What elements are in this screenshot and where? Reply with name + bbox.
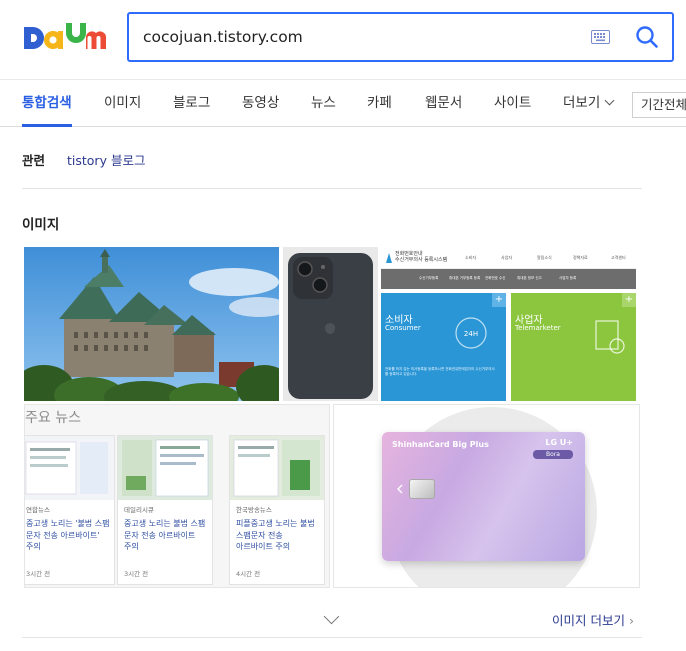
- keyboard-icon[interactable]: [591, 30, 610, 44]
- divider: [22, 637, 642, 638]
- document-check-icon: [595, 320, 625, 354]
- expand-chevron-icon[interactable]: [323, 608, 340, 625]
- news-thumbnail: [230, 436, 324, 500]
- news-thumbnail: [118, 436, 212, 500]
- webpage-subnav-item: 휴대폰 정보 신고: [517, 276, 542, 280]
- tab-more-label: 더보기: [563, 95, 601, 111]
- tab-web[interactable]: 웹문서: [425, 81, 462, 127]
- image-result-news[interactable]: 주요 뉴스 연합뉴스 중고생 노리는 '불법 스팸 문자 전송 아르바이트' 주…: [24, 404, 330, 588]
- search-tabs: 통합검색 이미지 블로그 동영상 뉴스 카페 웹문서 사이트 더보기 기간전체: [0, 81, 686, 127]
- card-name: Bora: [533, 450, 573, 459]
- header: [0, 0, 686, 80]
- image-result-phone[interactable]: [283, 247, 378, 401]
- search-input[interactable]: [143, 14, 573, 60]
- image-more-label: 이미지 더보기: [552, 613, 625, 628]
- image-result-credit-card[interactable]: ShinhanCard Big Plus LG U+ Bora: [333, 404, 640, 588]
- tab-video[interactable]: 동영상: [242, 81, 279, 127]
- webpage-nav-item: 소비자: [465, 255, 477, 260]
- webpage-subnav-item: 전화번호 수신: [485, 276, 506, 280]
- phone-24h-icon: 24H: [455, 317, 487, 349]
- consumer-card-text: 전화를 하지 않는 의사등록을 등록하시면 전화권유판매업자의 수신거부의사를 …: [385, 367, 495, 376]
- card-brand: ShinhanCard Big Plus: [392, 440, 489, 449]
- news-headline: 중고생 노리는 '불법 스팸 문자 전송 아르바이트' 주의: [26, 519, 110, 551]
- webpage-subnav-item: 휴대폰 거부등록 등록: [449, 276, 481, 280]
- webpage-nav-item: 정책자료: [573, 255, 588, 260]
- svg-text:24H: 24H: [464, 330, 478, 338]
- news-source: 연합뉴스: [26, 506, 50, 514]
- credit-card: ShinhanCard Big Plus LG U+ Bora: [382, 432, 585, 561]
- tab-image[interactable]: 이미지: [104, 81, 141, 127]
- news-time: 3시간 전: [124, 570, 149, 578]
- chevron-down-icon: [604, 95, 615, 106]
- news-heading: 주요 뉴스: [25, 410, 81, 426]
- webpage-subnav: 수신거부등록 휴대폰 거부등록 등록 전화번호 수신 휴대폰 정보 신고 사업자…: [381, 269, 636, 289]
- search-icon[interactable]: [634, 24, 660, 50]
- news-card: 연합뉴스 중고생 노리는 '불법 스팸 문자 전송 아르바이트' 주의 3시간 …: [25, 435, 115, 585]
- search-box: [127, 12, 674, 62]
- marketer-card: 사업자 Telemarketer +: [511, 293, 636, 401]
- phone-photo: [283, 247, 378, 401]
- webpage-nav-item: 알림소식: [537, 255, 552, 260]
- news-time: 3시간 전: [26, 570, 51, 578]
- news-card: 데일리시큐 중고생 노리는 불법 스팸 문자 전송 아르바이트 주의 3시간 전: [117, 435, 213, 585]
- tab-more-button[interactable]: 더보기: [563, 81, 615, 127]
- webpage-subnav-item: 수신거부등록: [419, 276, 439, 280]
- tab-news[interactable]: 뉴스: [311, 81, 336, 127]
- chevron-right-icon: ›: [628, 613, 634, 628]
- card-chip-icon: [409, 479, 435, 499]
- news-headline: 피플중고생 노리는 불법 스팸문자 전송 아르바이트 주의: [236, 519, 315, 551]
- webpage-nav-item: 사업자: [501, 255, 513, 260]
- marketer-card-subtitle: Telemarketer: [515, 324, 561, 332]
- plus-icon: +: [622, 293, 636, 307]
- news-time: 4시간 전: [236, 570, 261, 578]
- webpage-subnav-item: 사업자 등록: [559, 276, 577, 280]
- castle-photo: [24, 247, 279, 401]
- tab-cafe[interactable]: 카페: [367, 81, 392, 127]
- tab-blog[interactable]: 블로그: [173, 81, 210, 127]
- image-result-webpage[interactable]: 전화번호안내 수신거부의사 등록시스템 소비자 사업자 알림소식 정책자료 고객…: [381, 247, 636, 401]
- webpage-title: 전화번호안내 수신거부의사 등록시스템: [395, 251, 448, 263]
- related-searches: 관련 tistory 블로그: [22, 150, 145, 169]
- consumer-card: 소비자 Consumer 24H 전화를 하지 않는 의사등록을 등록하시면 전…: [381, 293, 506, 401]
- image-result-castle[interactable]: [24, 247, 279, 401]
- tab-integrated[interactable]: 통합검색: [22, 81, 72, 127]
- related-link[interactable]: tistory 블로그: [67, 153, 145, 168]
- tab-site[interactable]: 사이트: [494, 81, 531, 127]
- related-label: 관련: [22, 153, 46, 168]
- image-more-link[interactable]: 이미지 더보기 ›: [552, 610, 634, 629]
- consumer-card-subtitle: Consumer: [385, 324, 421, 332]
- news-thumbnail: [25, 436, 114, 500]
- news-source: 한국방송뉴스: [236, 506, 272, 514]
- period-filter-select[interactable]: 기간전체: [632, 92, 686, 118]
- news-card: 한국방송뉴스 피플중고생 노리는 불법 스팸문자 전송 아르바이트 주의 4시간…: [229, 435, 325, 585]
- plus-icon: +: [492, 293, 506, 307]
- site-logo-icon: [386, 253, 392, 263]
- news-headline: 중고생 노리는 불법 스팸 문자 전송 아르바이트 주의: [124, 519, 206, 551]
- arrow-left-icon: [397, 484, 403, 494]
- news-source: 데일리시큐: [124, 506, 154, 514]
- card-partner: LG U+: [545, 438, 573, 447]
- image-section-title: 이미지: [22, 217, 60, 233]
- webpage-nav-item: 고객센터: [611, 255, 626, 260]
- divider: [22, 188, 642, 189]
- daum-logo[interactable]: [22, 21, 108, 51]
- webpage-header: 전화번호안내 수신거부의사 등록시스템 소비자 사업자 알림소식 정책자료 고객…: [381, 247, 636, 269]
